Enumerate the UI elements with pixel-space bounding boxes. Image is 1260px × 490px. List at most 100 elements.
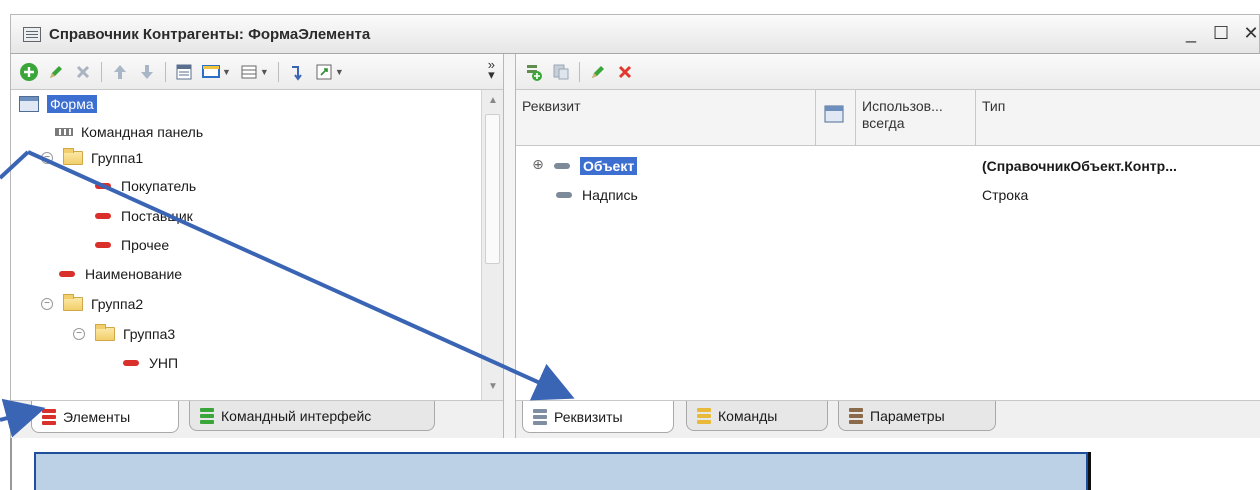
list-form-icon[interactable] <box>172 60 196 84</box>
tab-label: Элементы <box>63 408 131 425</box>
commands-stack-icon <box>697 407 711 424</box>
toolbar-more-button[interactable]: » ▾ <box>488 58 495 81</box>
tree-item-label: УНП <box>149 355 179 371</box>
tree-item-form[interactable]: Форма <box>19 92 97 116</box>
parameters-stack-icon <box>849 407 863 424</box>
tab-attributes[interactable]: Реквизиты <box>522 401 674 433</box>
window-controls: _ ☐ ✕ <box>1183 21 1259 45</box>
add-icon[interactable] <box>17 60 41 84</box>
collapse-icon[interactable]: − <box>41 298 53 310</box>
tree-item-label: Группа2 <box>91 296 144 312</box>
tree-item-label: Командная панель <box>81 124 204 140</box>
folder-icon <box>63 294 83 311</box>
elements-toolbar: ▼ ▼ ▼ » ▾ <box>11 54 503 90</box>
scroll-up-icon[interactable]: ▲ <box>482 92 504 110</box>
folder-icon <box>95 324 115 341</box>
arrow-turn-icon[interactable] <box>285 60 309 84</box>
command-stack-icon <box>200 407 214 424</box>
tree-item-label: Наименование <box>85 266 183 282</box>
chevron-down-icon[interactable]: ▼ <box>335 67 344 77</box>
attribute-name: Надпись <box>582 187 638 203</box>
minimize-button[interactable]: _ <box>1183 21 1199 45</box>
pencil-icon[interactable] <box>586 60 610 84</box>
tab-label: Командный интерфейс <box>221 407 372 424</box>
table-row[interactable]: ⊕ Объект <box>532 154 638 178</box>
tree-item-label: Форма <box>47 95 97 113</box>
elements-tree[interactable]: Форма Командная панель − Группа1 Покупат… <box>11 90 481 400</box>
maximize-button[interactable]: ☐ <box>1213 21 1229 45</box>
tab-commands[interactable]: Команды <box>686 401 828 431</box>
toolbar-separator <box>277 61 279 82</box>
delete-icon[interactable] <box>71 60 95 84</box>
tree-item-group1[interactable]: − Группа1 <box>41 146 143 170</box>
attributes-stack-icon <box>533 408 547 425</box>
attributes-header: Реквизит Использов... всегда Тип <box>516 90 1260 146</box>
form-preview-area <box>34 452 1088 490</box>
field-group-icon[interactable] <box>199 60 223 84</box>
tree-item-label: Покупатель <box>121 178 197 194</box>
form-icon <box>19 96 39 112</box>
attribute-icon <box>554 163 570 169</box>
form-editor: ▼ ▼ ▼ » ▾ Форма Командная панель − Групп… <box>10 54 1260 438</box>
tree-item-name[interactable]: Наименование <box>59 262 182 286</box>
scrollbar-thumb[interactable] <box>485 114 500 264</box>
elements-pane: ▼ ▼ ▼ » ▾ Форма Командная панель − Групп… <box>11 54 504 438</box>
attributes-pane: Реквизит Использов... всегда Тип ⊕ Объек… <box>515 54 1260 438</box>
move-down-icon[interactable] <box>135 60 159 84</box>
tree-item-group2[interactable]: − Группа2 <box>41 292 143 316</box>
elements-stack-icon <box>42 408 56 425</box>
tab-label: Реквизиты <box>554 408 623 425</box>
add-attribute-icon[interactable] <box>522 60 546 84</box>
tree-item-buyer[interactable]: Покупатель <box>95 174 196 198</box>
close-button[interactable]: ✕ <box>1243 21 1259 45</box>
attribute-type: Строка <box>982 187 1029 203</box>
column-type[interactable]: Тип <box>976 90 1260 146</box>
delete-icon[interactable] <box>613 60 637 84</box>
expand-icon[interactable]: ⊕ <box>532 157 544 172</box>
attribute-icon <box>556 192 572 198</box>
command-panel-icon <box>55 128 73 136</box>
window-border <box>10 438 12 490</box>
column-use-always[interactable]: Использов... всегда <box>856 90 976 146</box>
left-tabs: Элементы Командный интерфейс <box>11 400 503 438</box>
toolbar-separator <box>165 61 166 82</box>
column-icon[interactable] <box>816 90 856 146</box>
collapse-icon[interactable]: − <box>73 328 85 340</box>
tree-item-group3[interactable]: − Группа3 <box>73 322 175 346</box>
attribute-name: Объект <box>580 157 638 175</box>
attribute-type: (СправочникОбъект.Контр... <box>982 158 1177 174</box>
tree-item-unp[interactable]: УНП <box>123 351 178 375</box>
form-icon <box>824 105 844 123</box>
tree-scrollbar[interactable]: ▲ ▼ <box>481 90 503 400</box>
table-row[interactable]: Надпись <box>556 183 638 207</box>
tree-item-label: Группа3 <box>123 326 176 342</box>
tree-item-other[interactable]: Прочее <box>95 233 169 257</box>
tree-item-label: Поставщик <box>121 208 193 224</box>
table-icon[interactable] <box>237 60 261 84</box>
form-window-icon <box>23 26 41 42</box>
attributes-grid[interactable]: ⊕ Объект (СправочникОбъект.Контр... Надп… <box>516 146 1260 400</box>
column-attribute[interactable]: Реквизит <box>516 90 816 146</box>
field-icon <box>59 271 75 277</box>
tree-item-supplier[interactable]: Поставщик <box>95 204 193 228</box>
window-titlebar: Справочник Контрагенты: ФормаЭлемента _ … <box>10 14 1260 54</box>
chevron-down-icon[interactable]: ▼ <box>260 67 269 77</box>
tab-elements[interactable]: Элементы <box>31 401 179 433</box>
resize-icon[interactable] <box>312 60 336 84</box>
copy-attribute-icon[interactable] <box>549 60 573 84</box>
attributes-toolbar <box>516 54 1260 90</box>
field-icon <box>95 183 111 189</box>
tab-command-interface[interactable]: Командный интерфейс <box>189 401 435 431</box>
tab-label: Параметры <box>870 407 945 424</box>
scroll-down-icon[interactable]: ▼ <box>482 378 504 396</box>
chevron-down-icon[interactable]: ▼ <box>222 67 231 77</box>
move-up-icon[interactable] <box>108 60 132 84</box>
collapse-icon[interactable]: − <box>41 152 53 164</box>
tab-parameters[interactable]: Параметры <box>838 401 996 431</box>
right-tabs: Реквизиты Команды Параметры <box>516 400 1260 438</box>
field-icon <box>123 360 139 366</box>
tree-item-command-panel[interactable]: Командная панель <box>55 120 203 144</box>
field-icon <box>95 213 111 219</box>
toolbar-separator <box>101 61 102 82</box>
pencil-icon[interactable] <box>44 60 68 84</box>
